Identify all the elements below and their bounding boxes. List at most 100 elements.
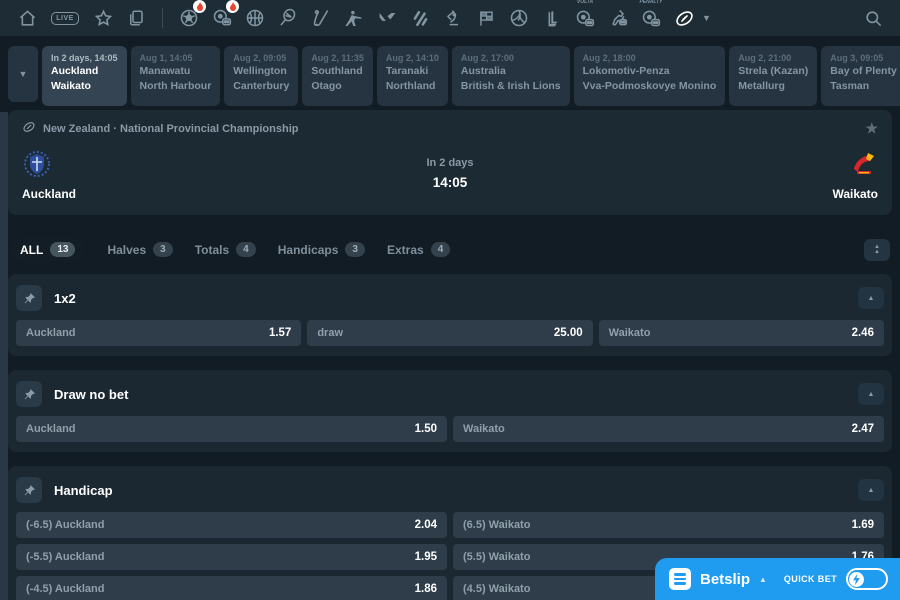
rugby-ball-icon — [22, 120, 36, 137]
odds-value: 1.50 — [415, 423, 437, 435]
penalty-label: PENALTY — [640, 0, 663, 5]
tab-count-badge: 3 — [345, 242, 365, 257]
pushpin-icon — [23, 484, 36, 497]
tab-count-badge: 4 — [431, 242, 451, 257]
favorites-star-icon[interactable] — [90, 5, 116, 31]
odds-button-handicap-auckland[interactable]: (-5.5) Auckland 1.95 — [16, 544, 447, 570]
betslip-bar[interactable]: Betslip ▲ QUICK BET — [655, 558, 900, 600]
tab-halves[interactable]: Halves 3 — [107, 242, 172, 257]
match-tab-strela-metallurg[interactable]: Aug 2, 21:00 Strela (Kazan) Metallurg — [729, 46, 817, 106]
nav-divider — [162, 8, 163, 28]
betslip-expand-caret-icon[interactable]: ▲ — [759, 575, 767, 584]
match-tab-team2: Metallurg — [738, 79, 808, 93]
tennis-icon[interactable] — [275, 5, 301, 31]
odds-button-auckland[interactable]: Auckland 1.57 — [16, 320, 301, 346]
odds-value: 2.04 — [415, 519, 437, 531]
breadcrumb: New Zealand · National Provincial Champi… — [43, 123, 299, 135]
match-header-card: New Zealand · National Provincial Champi… — [8, 110, 892, 215]
volleyball-icon[interactable] — [506, 5, 532, 31]
match-tab-taranaki-northland[interactable]: Aug 2, 14:10 Taranaki Northland — [377, 46, 448, 106]
odds-button-draw[interactable]: draw 25.00 — [307, 320, 592, 346]
rugby-icon[interactable] — [671, 5, 697, 31]
volta-football-icon[interactable]: VOLTA — [572, 5, 598, 31]
market-title: Draw no bet — [54, 387, 128, 402]
top-navigation: LIVE — [0, 0, 900, 36]
odds-button-waikato[interactable]: Waikato 2.47 — [453, 416, 884, 442]
live-icon[interactable]: LIVE — [47, 5, 83, 31]
odds-value: 1.69 — [852, 519, 874, 531]
counter-strike-icon[interactable] — [341, 5, 367, 31]
tab-count-badge: 4 — [236, 242, 256, 257]
efootball-icon[interactable] — [209, 5, 235, 31]
market-section-1x2: 1x2 ▲ Auckland 1.57 draw 25.00 Waikato 2… — [8, 274, 892, 356]
tab-label: Totals — [195, 243, 229, 257]
valorant-icon[interactable] — [374, 5, 400, 31]
pushpin-icon — [23, 388, 36, 401]
odds-label: Waikato — [609, 327, 651, 339]
match-tab-time: Aug 2, 18:00 — [583, 53, 717, 63]
match-tab-southland-otago[interactable]: Aug 2, 11:35 Southland Otago — [302, 46, 373, 106]
match-tab-manawatu-north-harbour[interactable]: Aug 1, 14:05 Manawatu North Harbour — [131, 46, 221, 106]
league-of-legends-icon[interactable] — [539, 5, 565, 31]
match-tab-team2: North Harbour — [140, 79, 212, 93]
match-tab-team1: Auckland — [51, 64, 118, 78]
search-icon[interactable] — [860, 5, 886, 31]
odds-button-handicap-auckland[interactable]: (-6.5) Auckland 2.04 — [16, 512, 447, 538]
penalty-icon[interactable]: PENALTY — [638, 5, 664, 31]
tab-totals[interactable]: Totals 4 — [195, 242, 256, 257]
odds-button-waikato[interactable]: Waikato 2.46 — [599, 320, 884, 346]
odds-value: 25.00 — [554, 327, 583, 339]
chevron-up-icon: ▲ — [868, 295, 875, 302]
sports-dropdown-caret-icon[interactable]: ▼ — [702, 13, 711, 23]
tab-all-markets[interactable]: ALL 13 — [10, 237, 85, 262]
odds-label: (5.5) Waikato — [463, 551, 530, 563]
racing-flag-icon[interactable] — [473, 5, 499, 31]
odds-label: Auckland — [26, 423, 76, 435]
match-tab-team2: Northland — [386, 79, 439, 93]
match-tab-team1: Southland — [311, 64, 364, 78]
match-tabs-dropdown-button[interactable]: ▼ — [8, 46, 38, 102]
odds-button-auckland[interactable]: Auckland 1.50 — [16, 416, 447, 442]
pin-market-button[interactable] — [16, 381, 42, 407]
match-tab-bay-of-plenty-tasman[interactable]: Aug 3, 09:05 Bay of Plenty Tasman — [821, 46, 900, 106]
home-team-block: Auckland — [22, 149, 182, 201]
match-tab-team2: Tasman — [830, 79, 897, 93]
tab-handicaps[interactable]: Handicaps 3 — [278, 242, 365, 257]
collapse-section-button[interactable]: ▲ — [858, 287, 884, 309]
quick-bet-toggle[interactable] — [846, 568, 888, 590]
odds-label: (4.5) Waikato — [463, 583, 530, 595]
odds-label: (-5.5) Auckland — [26, 551, 104, 563]
basketball-icon[interactable] — [242, 5, 268, 31]
tab-extras[interactable]: Extras 4 — [387, 242, 450, 257]
match-tab-australia-lions[interactable]: Aug 2, 17:00 Australia British & Irish L… — [452, 46, 570, 106]
results-icon[interactable] — [123, 5, 149, 31]
odds-button-handicap-waikato[interactable]: (6.5) Waikato 1.69 — [453, 512, 884, 538]
table-hockey-icon[interactable] — [308, 5, 334, 31]
home-icon[interactable] — [14, 5, 40, 31]
tab-label: Extras — [387, 243, 424, 257]
collapse-section-button[interactable]: ▲ — [858, 479, 884, 501]
rainbow-six-icon[interactable] — [407, 5, 433, 31]
chess-icon[interactable] — [440, 5, 466, 31]
tab-count-badge: 3 — [153, 242, 173, 257]
match-tab-lokomotiv-vva[interactable]: Aug 2, 18:00 Lokomotiv-Penza Vva-Podmosk… — [574, 46, 726, 106]
odds-value: 1.95 — [415, 551, 437, 563]
pin-market-button[interactable] — [16, 477, 42, 503]
match-tab-time: Aug 2, 09:05 — [233, 53, 289, 63]
odds-button-handicap-auckland[interactable]: (-4.5) Auckland 1.86 — [16, 576, 447, 600]
match-tab-team2: British & Irish Lions — [461, 79, 561, 93]
favorite-match-star-icon[interactable]: ★ — [865, 120, 878, 137]
chevron-up-icon: ▲ — [868, 487, 875, 494]
hot-flame-badge — [193, 0, 206, 13]
horse-racing-icon[interactable] — [605, 5, 631, 31]
match-tab-time: Aug 2, 21:00 — [738, 53, 808, 63]
match-tab-auckland-waikato[interactable]: In 2 days, 14:05 Auckland Waikato — [42, 46, 127, 106]
football-icon[interactable] — [176, 5, 202, 31]
match-tab-team2: Otago — [311, 79, 364, 93]
odds-label: (-4.5) Auckland — [26, 583, 104, 595]
collapse-all-markets-button[interactable]: ▲▲ — [864, 239, 890, 261]
collapse-section-button[interactable]: ▲ — [858, 383, 884, 405]
match-tab-wellington-canterbury[interactable]: Aug 2, 09:05 Wellington Canterbury — [224, 46, 298, 106]
match-tabs-strip: ▼ In 2 days, 14:05 Auckland Waikato Aug … — [0, 36, 900, 106]
pin-market-button[interactable] — [16, 285, 42, 311]
